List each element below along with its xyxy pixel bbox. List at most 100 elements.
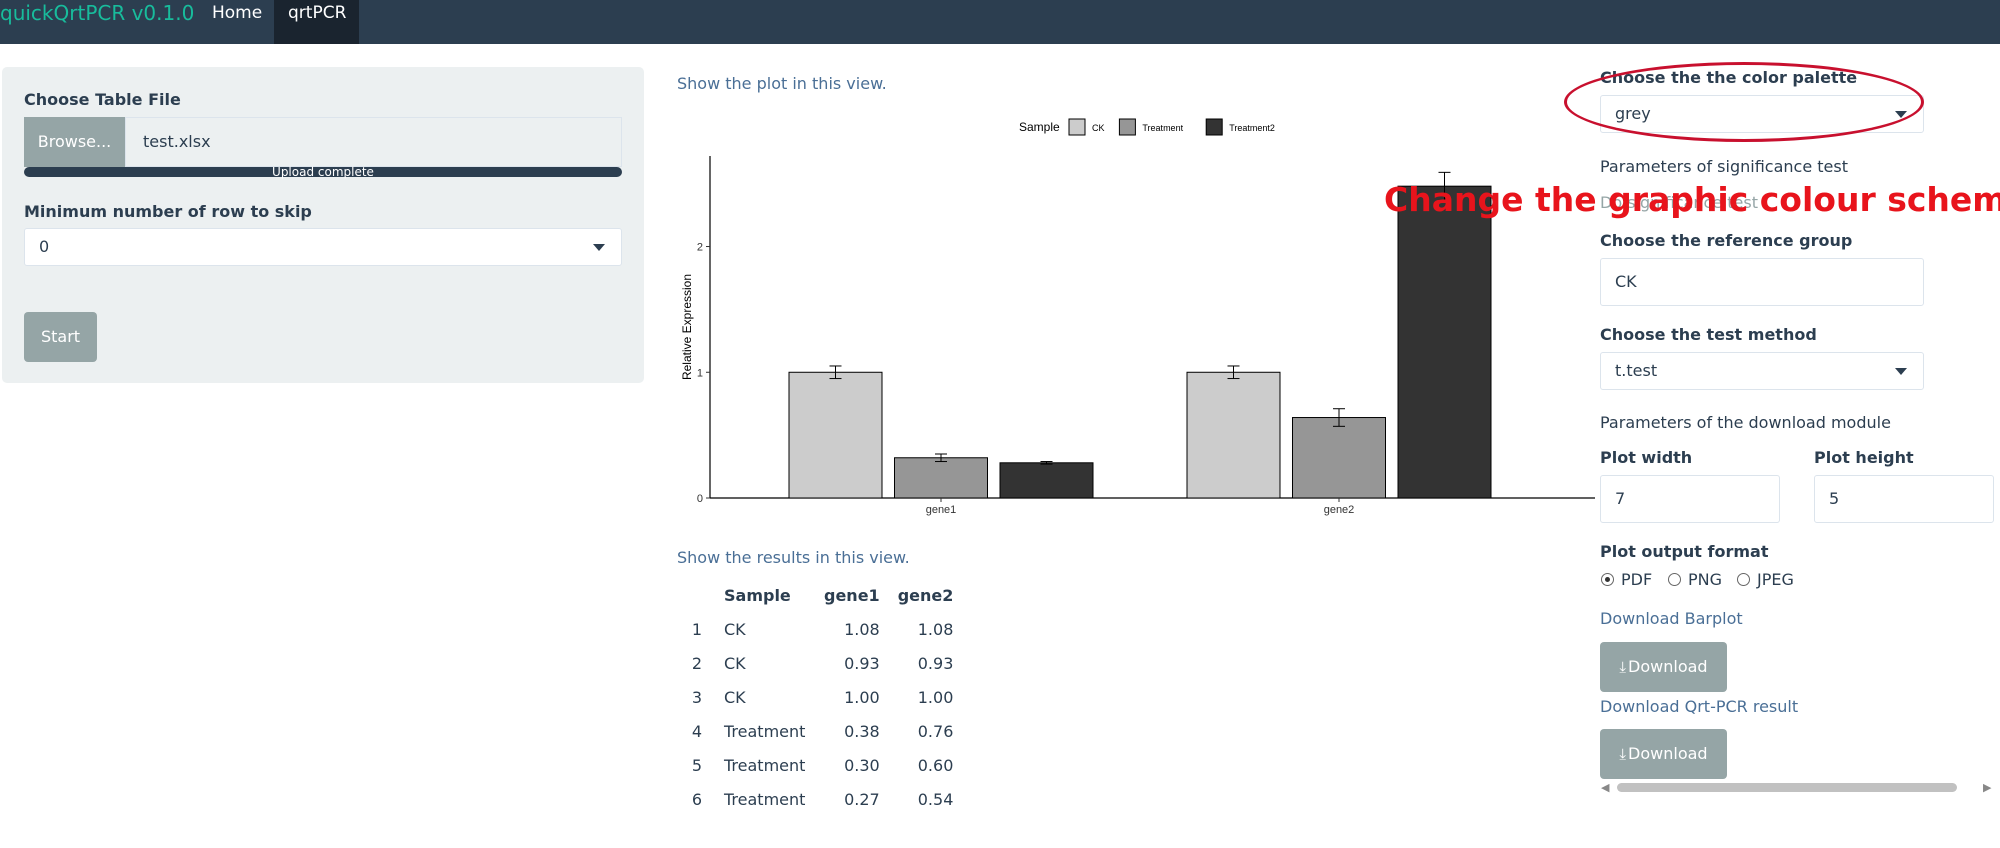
bar-ck-gene1 (788, 371, 883, 499)
scroll-left-arrow-icon[interactable]: ◀ (1601, 781, 1609, 794)
table-cell: 0.93 (844, 653, 880, 673)
radio-png-label[interactable]: PNG (1688, 570, 1722, 589)
table-header: gene2 (897, 585, 954, 605)
upload-progress-text: Upload complete (272, 165, 374, 179)
x-tick-label: gene2 (1324, 504, 1355, 516)
table-cell: CK (724, 687, 746, 707)
results-table: Sample gene1 gene2 1 CK 1.08 1.08 2 CK 0.93 0.9… (680, 578, 961, 816)
table-cell: 0.27 (844, 789, 880, 809)
table-cell: 5 (691, 755, 703, 775)
table-cell: 6 (691, 789, 703, 809)
table-cell: 0.60 (917, 755, 954, 775)
sidebar-panel (2, 67, 644, 383)
start-button[interactable]: Start (24, 312, 97, 362)
download-button-label: Download (1628, 744, 1708, 763)
bar-treatment-gene1 (894, 457, 988, 499)
y-tick-label: 0 (697, 493, 703, 505)
table-cell: 0.38 (844, 721, 880, 741)
table-cell: 2 (691, 653, 703, 673)
test-method-label: Choose the test method (1600, 325, 1817, 344)
annotation-text: Change the graphic colour scheme (1384, 180, 2000, 219)
bar-treatment2-gene1 (999, 462, 1094, 499)
y-axis-label: Relative Expression (680, 274, 694, 380)
results-caption: Show the results in this view. (677, 548, 910, 567)
legend-swatch (1118, 118, 1136, 136)
table-cell: 4 (691, 721, 703, 741)
download-icon: ⤓ (1619, 745, 1627, 763)
download-icon: ⤓ (1619, 658, 1627, 676)
table-cell: 1.00 (917, 687, 954, 707)
radio-jpeg-label[interactable]: JPEG (1757, 570, 1794, 589)
table-row: 3 CK 1.00 1.00 (680, 680, 961, 714)
chart-legend: Sample CK Treatment Treatment2 (1019, 118, 1275, 136)
legend-label: CK (1092, 123, 1105, 133)
download-result-button[interactable]: ⤓ Download (1600, 729, 1727, 779)
tab-home[interactable]: Home (198, 0, 276, 44)
horizontal-scrollbar[interactable]: ◀ ▶ (1595, 779, 2000, 795)
table-cell: Treatment (724, 721, 806, 741)
skip-rows-value: 0 (39, 237, 50, 256)
table-cell: 1 (691, 619, 703, 639)
table-cell: 3 (691, 687, 703, 707)
bar-treatment-gene2 (1292, 417, 1386, 499)
test-method-select[interactable]: t.test (1600, 352, 1924, 390)
table-row: 4 Treatment 0.38 0.76 (680, 714, 961, 748)
plot-height-label: Plot height (1814, 448, 1914, 467)
radio-pdf[interactable] (1601, 573, 1614, 586)
radio-pdf-label[interactable]: PDF (1621, 570, 1652, 589)
upload-progress-bar: Upload complete (24, 165, 622, 179)
plot-caption: Show the plot in this view. (677, 74, 887, 93)
legend-label: Treatment (1142, 123, 1183, 133)
file-name-field[interactable]: test.xlsx (125, 117, 622, 167)
plot-height-input[interactable]: 5 (1814, 475, 1994, 523)
legend-swatch (1068, 118, 1086, 136)
tab-qrtpcr[interactable]: qrtPCR (274, 0, 359, 44)
ref-group-input[interactable]: CK (1600, 258, 1924, 306)
table-cell: Treatment (724, 789, 806, 809)
table-row: 5 Treatment 0.30 0.60 (680, 748, 961, 782)
test-method-value: t.test (1615, 361, 1658, 380)
table-row: 2 CK 0.93 0.93 (680, 646, 961, 680)
table-cell: CK (724, 653, 746, 673)
y-tick-label: 1 (697, 367, 703, 379)
bar-ck-gene2 (1186, 371, 1281, 499)
download-barplot-link[interactable]: Download Barplot (1600, 609, 1743, 628)
radio-jpeg[interactable] (1737, 573, 1750, 586)
plot-width-input[interactable]: 7 (1600, 475, 1780, 523)
legend-label: Treatment2 (1229, 123, 1275, 133)
barplot: Sample CK Treatment Treatment2 0 1 2 Relative … (680, 118, 1595, 516)
legend-title: Sample (1019, 120, 1060, 134)
ref-group-label: Choose the reference group (1600, 231, 1853, 250)
table-cell: 1.00 (844, 687, 880, 707)
table-header-row: Sample gene1 gene2 (680, 578, 961, 612)
legend-swatch (1205, 118, 1223, 136)
download-params-label: Parameters of the download module (1600, 413, 1891, 432)
scroll-right-arrow-icon[interactable]: ▶ (1983, 781, 1991, 794)
table-cell: 0.30 (844, 755, 880, 775)
table-row: 6 Treatment 0.27 0.54 (680, 782, 961, 816)
table-cell: CK (724, 619, 746, 639)
file-input-label: Choose Table File (24, 90, 181, 109)
table-header: gene1 (824, 585, 880, 605)
chevron-down-icon (593, 244, 605, 251)
bar-treatment2-gene2 (1397, 185, 1492, 499)
scrollbar-thumb[interactable] (1617, 783, 1957, 792)
table-header: Sample (724, 585, 791, 605)
table-cell: 1.08 (844, 619, 880, 639)
table-cell: Treatment (724, 755, 806, 775)
browse-button[interactable]: Browse... (24, 117, 125, 167)
skip-rows-label: Minimum number of row to skip (24, 202, 312, 221)
download-result-link[interactable]: Download Qrt-PCR result (1600, 697, 1798, 716)
sig-params-label: Parameters of significance test (1600, 157, 1848, 176)
x-tick-label: gene1 (926, 504, 957, 516)
highlight-ellipse (1564, 62, 1924, 142)
radio-png[interactable] (1668, 573, 1681, 586)
skip-rows-select[interactable]: 0 (24, 228, 622, 266)
brand-title[interactable]: quickQrtPCR v0.1.0 (0, 0, 194, 26)
table-cell: 0.93 (917, 653, 954, 673)
download-barplot-button[interactable]: ⤓ Download (1600, 642, 1727, 692)
navbar: quickQrtPCR v0.1.0 Home qrtPCR (0, 0, 2000, 44)
chevron-down-icon (1895, 368, 1907, 375)
output-format-label: Plot output format (1600, 542, 1769, 561)
table-cell: 0.54 (917, 789, 954, 809)
